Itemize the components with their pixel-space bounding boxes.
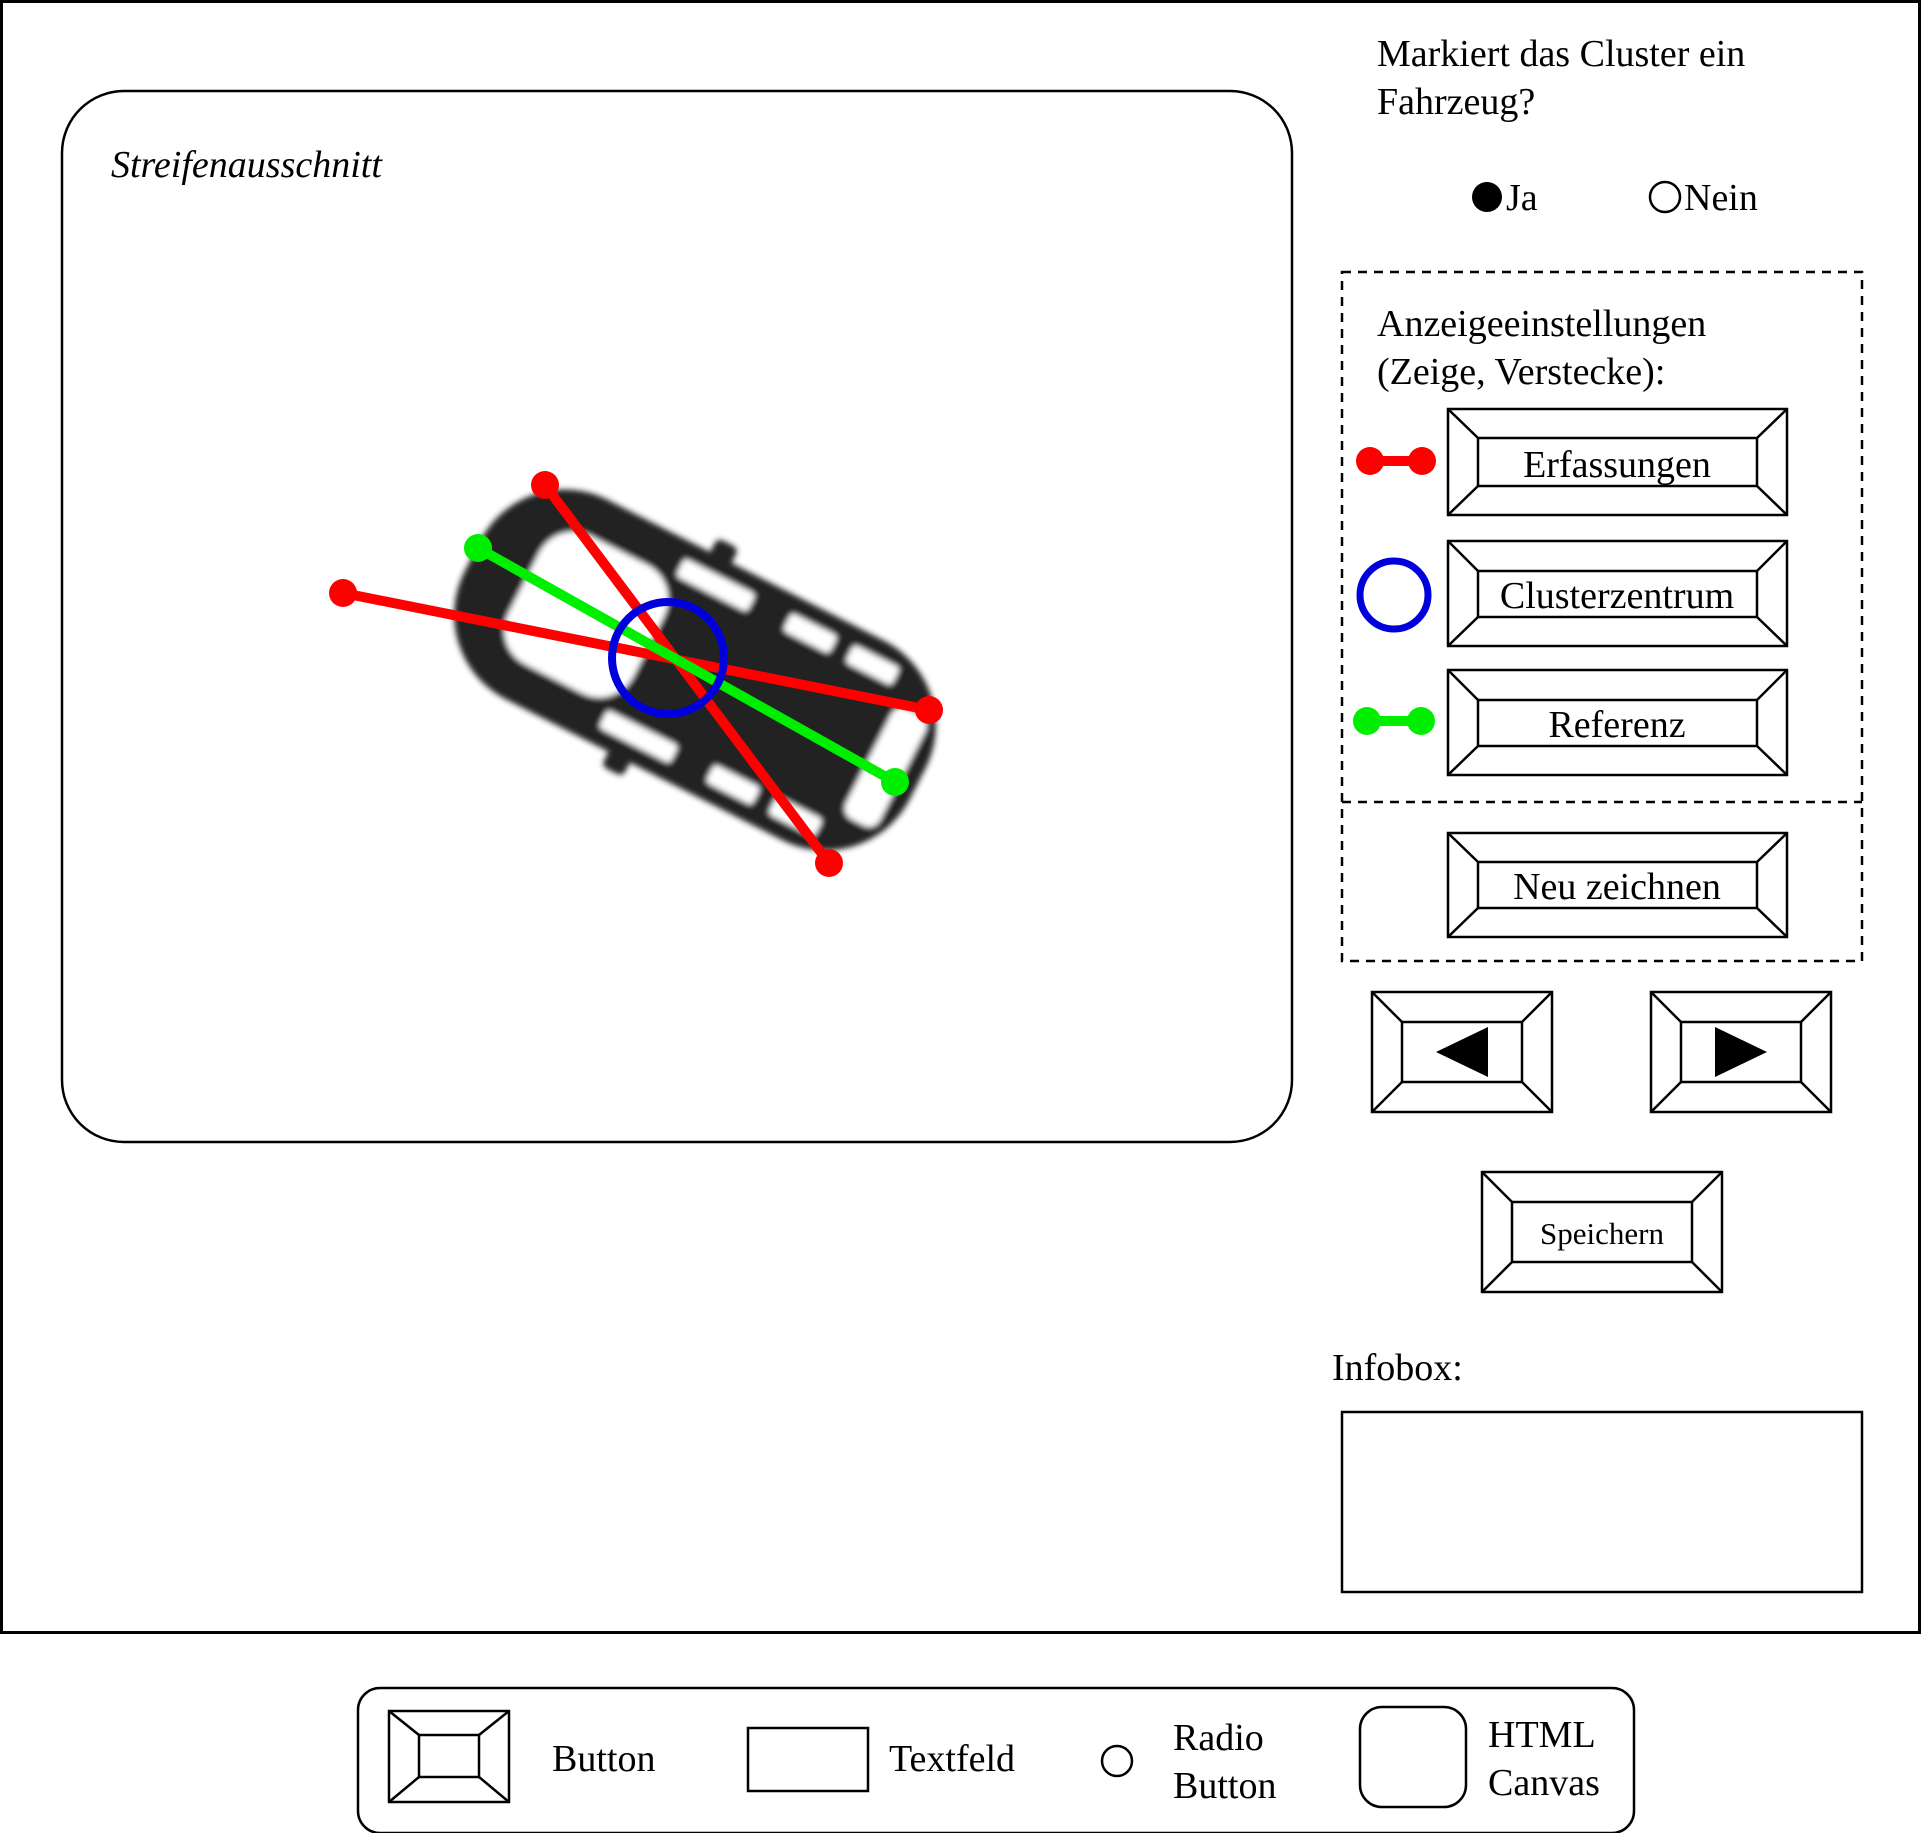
reference-toggle-button[interactable]: Referenz: [1446, 668, 1789, 777]
save-label: Speichern: [1540, 1216, 1664, 1251]
cluster-center-toggle-button[interactable]: Clusterzentrum: [1446, 539, 1789, 648]
detection-point: [915, 696, 943, 724]
cluster-center-toggle-label: Clusterzentrum: [1500, 575, 1734, 617]
radio-no[interactable]: Nein: [1648, 177, 1758, 219]
question-line-1: Markiert das Cluster ein: [1377, 33, 1745, 75]
detections-toggle-label: Erfassungen: [1523, 444, 1711, 486]
legend-radio-line-2: Button: [1173, 1765, 1276, 1807]
detections-toggle-button[interactable]: Erfassungen: [1446, 407, 1789, 517]
legend-canvas-line-1: HTML: [1488, 1714, 1594, 1756]
detection-point: [329, 579, 357, 607]
infobox-field[interactable]: [1340, 1410, 1864, 1594]
image-canvas[interactable]: Streifenausschnitt: [60, 89, 1294, 1144]
legend-button-label: Button: [552, 1738, 655, 1780]
next-button[interactable]: [1649, 990, 1833, 1114]
question-line-2: Fahrzeug?: [1377, 81, 1535, 123]
radio-no-indicator[interactable]: [1648, 180, 1682, 214]
redraw-label: Neu zeichnen: [1513, 866, 1721, 908]
display-settings-title-line-1: Anzeigeeinstellungen: [1377, 303, 1706, 345]
display-settings-title-line-2: (Zeige, Verstecke):: [1377, 351, 1665, 393]
reference-point: [464, 534, 492, 562]
save-button[interactable]: Speichern: [1480, 1170, 1724, 1294]
redraw-button[interactable]: Neu zeichnen: [1446, 831, 1789, 939]
canvas-label: Streifenausschnitt: [111, 144, 383, 186]
legend-textfield-label: Textfeld: [889, 1738, 1015, 1780]
radio-yes-label: Ja: [1506, 177, 1538, 219]
radio-yes-indicator[interactable]: [1472, 182, 1502, 212]
detection-point: [815, 849, 843, 877]
reference-point: [881, 768, 909, 796]
legend-canvas-line-2: Canvas: [1488, 1762, 1600, 1804]
previous-button[interactable]: [1370, 990, 1554, 1114]
reference-toggle-label: Referenz: [1548, 704, 1685, 746]
legend-radio-line-1: Radio: [1173, 1717, 1264, 1759]
radio-no-label: Nein: [1684, 177, 1758, 219]
detection-point: [531, 471, 559, 499]
infobox-label: Infobox:: [1332, 1347, 1463, 1389]
legend: Button Textfeld Radio Button HTML Canvas: [356, 1686, 1636, 1833]
